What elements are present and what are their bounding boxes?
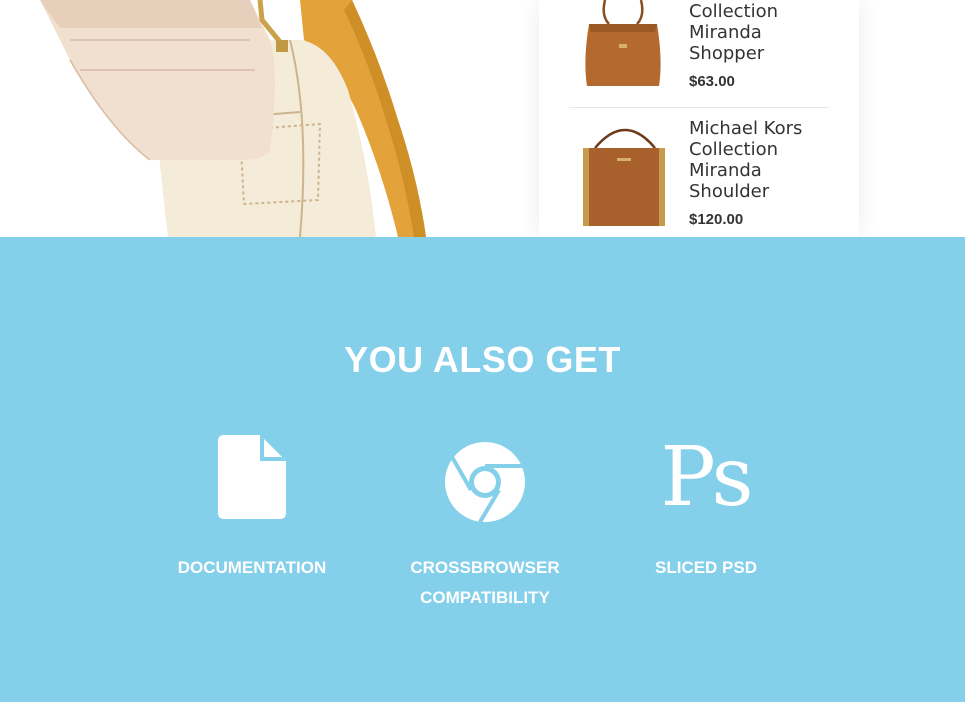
- product-showcase: Collection Miranda Shopper $63.00 Michae…: [0, 0, 965, 237]
- product-name[interactable]: Michael Kors Collection Miranda Shoulder: [689, 118, 839, 202]
- feature-label: DOCUMENTATION: [177, 558, 327, 577]
- product-thumbnail[interactable]: [571, 0, 675, 90]
- photoshop-icon: Ps: [660, 430, 753, 525]
- list-item[interactable]: Collection Miranda Shopper $63.00: [539, 0, 859, 107]
- feature-documentation: DOCUMENTATION: [142, 435, 362, 583]
- document-icon: [218, 435, 286, 519]
- product-price: $63.00: [689, 73, 735, 90]
- section-title: YOU ALSO GET: [344, 339, 621, 380]
- features-section: YOU ALSO GET DOCUMENTATION CROSSBROWSER …: [0, 237, 965, 702]
- feature-sliced-psd: Ps SLICED PSD: [596, 435, 816, 583]
- product-price: $120.00: [689, 211, 744, 228]
- product-list: Collection Miranda Shopper $63.00 Michae…: [539, 0, 859, 237]
- product-name[interactable]: Collection Miranda Shopper: [689, 1, 839, 64]
- feature-crossbrowser: CROSSBROWSER COMPATIBILITY: [375, 435, 595, 613]
- feature-label: SLICED PSD: [654, 558, 758, 577]
- chrome-icon: [445, 442, 525, 522]
- product-thumbnail[interactable]: [571, 118, 675, 228]
- feature-label: CROSSBROWSER COMPATIBILITY: [410, 558, 560, 607]
- list-item[interactable]: Michael Kors Collection Miranda Shoulder…: [539, 108, 859, 237]
- model-with-bag-image: [40, 0, 426, 237]
